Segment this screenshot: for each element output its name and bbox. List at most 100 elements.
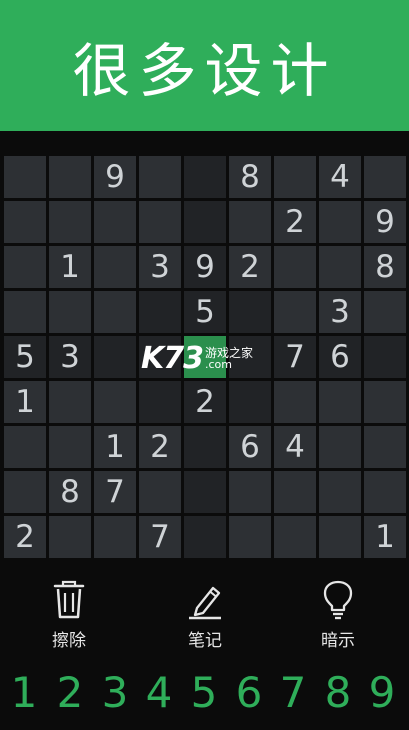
sudoku-cell[interactable] [274, 381, 316, 423]
sudoku-cell[interactable]: 7 [139, 516, 181, 558]
sudoku-cell[interactable] [364, 156, 406, 198]
sudoku-cell[interactable] [49, 426, 91, 468]
sudoku-cell[interactable]: 1 [4, 381, 46, 423]
sudoku-cell[interactable] [184, 426, 226, 468]
sudoku-cell[interactable] [184, 156, 226, 198]
sudoku-cell[interactable]: 2 [229, 246, 271, 288]
sudoku-cell[interactable]: 5 [4, 336, 46, 378]
number-button[interactable]: 4 [137, 662, 181, 722]
sudoku-cell[interactable] [184, 201, 226, 243]
sudoku-cell[interactable]: 1 [49, 246, 91, 288]
notes-button[interactable]: 笔记 [165, 580, 245, 651]
sudoku-cell[interactable]: 4 [274, 426, 316, 468]
sudoku-cell[interactable] [184, 471, 226, 513]
number-pad: 123456789 [0, 662, 409, 722]
sudoku-cell[interactable]: 3 [139, 246, 181, 288]
sudoku-cell[interactable]: 2 [4, 516, 46, 558]
sudoku-cell[interactable] [274, 156, 316, 198]
sudoku-cell[interactable]: 5 [184, 291, 226, 333]
sudoku-cell[interactable] [229, 336, 271, 378]
sudoku-cell[interactable] [49, 381, 91, 423]
sudoku-cell[interactable] [274, 246, 316, 288]
sudoku-cell[interactable]: 3 [49, 336, 91, 378]
sudoku-cell[interactable] [4, 156, 46, 198]
sudoku-cell[interactable] [274, 291, 316, 333]
sudoku-cell[interactable]: 2 [274, 201, 316, 243]
sudoku-cell[interactable] [49, 291, 91, 333]
number-button[interactable]: 2 [48, 662, 92, 722]
sudoku-cell[interactable] [4, 471, 46, 513]
sudoku-cell[interactable] [229, 201, 271, 243]
pencil-icon [185, 580, 225, 624]
sudoku-cell[interactable]: 8 [229, 156, 271, 198]
sudoku-cell[interactable]: 4 [319, 156, 361, 198]
hint-label: 暗示 [321, 631, 355, 651]
notes-label: 笔记 [188, 631, 222, 651]
sudoku-cell[interactable] [364, 291, 406, 333]
sudoku-cell[interactable] [139, 201, 181, 243]
sudoku-cell[interactable] [139, 471, 181, 513]
number-button[interactable]: 6 [227, 662, 271, 722]
sudoku-cell[interactable] [319, 381, 361, 423]
hint-button[interactable]: 暗示 [298, 580, 378, 651]
sudoku-cell[interactable] [4, 201, 46, 243]
sudoku-cell[interactable] [49, 156, 91, 198]
sudoku-cell[interactable] [229, 471, 271, 513]
sudoku-cell[interactable]: 8 [364, 246, 406, 288]
sudoku-cell[interactable] [94, 201, 136, 243]
sudoku-cell[interactable] [94, 516, 136, 558]
sudoku-cell[interactable]: 2 [139, 426, 181, 468]
sudoku-cell[interactable] [94, 381, 136, 423]
sudoku-cell[interactable]: 2 [184, 381, 226, 423]
sudoku-cell[interactable] [139, 156, 181, 198]
number-button[interactable]: 8 [316, 662, 360, 722]
sudoku-cell[interactable]: 9 [364, 201, 406, 243]
sudoku-cell[interactable]: 9 [94, 156, 136, 198]
sudoku-cell[interactable] [94, 291, 136, 333]
sudoku-cell[interactable] [94, 246, 136, 288]
erase-button[interactable]: 擦除 [29, 580, 109, 651]
sudoku-cell[interactable]: 7 [94, 471, 136, 513]
sudoku-cell[interactable] [184, 336, 226, 378]
number-button[interactable]: 7 [271, 662, 315, 722]
sudoku-cell[interactable] [319, 246, 361, 288]
number-button[interactable]: 1 [2, 662, 46, 722]
sudoku-cell[interactable] [319, 426, 361, 468]
sudoku-cell[interactable] [4, 246, 46, 288]
sudoku-cell[interactable]: 1 [94, 426, 136, 468]
sudoku-cell[interactable]: 1 [364, 516, 406, 558]
sudoku-cell[interactable] [229, 291, 271, 333]
sudoku-cell[interactable] [319, 516, 361, 558]
sudoku-cell[interactable]: 8 [49, 471, 91, 513]
sudoku-cell[interactable] [319, 471, 361, 513]
sudoku-cell[interactable] [49, 201, 91, 243]
sudoku-cell[interactable]: 3 [319, 291, 361, 333]
sudoku-cell[interactable] [319, 201, 361, 243]
sudoku-cell[interactable]: 7 [274, 336, 316, 378]
sudoku-cell[interactable] [364, 471, 406, 513]
sudoku-board: 984291392853537612126487271 [4, 156, 406, 558]
number-button[interactable]: 5 [182, 662, 226, 722]
sudoku-cell[interactable]: 9 [184, 246, 226, 288]
sudoku-cell[interactable] [229, 516, 271, 558]
sudoku-cell[interactable] [364, 426, 406, 468]
number-button[interactable]: 3 [93, 662, 137, 722]
sudoku-cell[interactable] [4, 426, 46, 468]
sudoku-cell[interactable] [139, 336, 181, 378]
sudoku-cell[interactable] [49, 516, 91, 558]
sudoku-cell[interactable] [364, 336, 406, 378]
sudoku-cell[interactable] [4, 291, 46, 333]
sudoku-cell[interactable] [274, 471, 316, 513]
sudoku-cell[interactable] [139, 381, 181, 423]
sudoku-cell[interactable] [139, 291, 181, 333]
lightbulb-icon [320, 580, 356, 624]
sudoku-cell[interactable] [274, 516, 316, 558]
sudoku-cell[interactable] [364, 381, 406, 423]
sudoku-cell[interactable] [184, 516, 226, 558]
sudoku-cell[interactable] [229, 381, 271, 423]
sudoku-cell[interactable]: 6 [319, 336, 361, 378]
erase-label: 擦除 [52, 631, 86, 651]
number-button[interactable]: 9 [360, 662, 404, 722]
sudoku-cell[interactable]: 6 [229, 426, 271, 468]
sudoku-cell[interactable] [94, 336, 136, 378]
